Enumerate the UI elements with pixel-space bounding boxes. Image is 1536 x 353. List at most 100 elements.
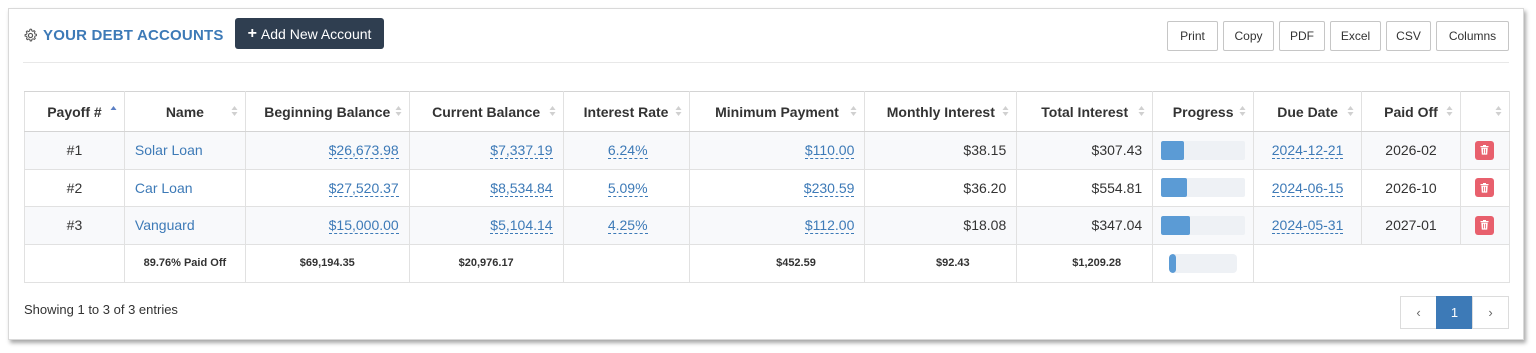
next-page-button[interactable]: › <box>1472 296 1509 329</box>
column-header-payoff[interactable]: Payoff # <box>24 91 125 132</box>
current-balance-editable[interactable]: $8,534.84 <box>490 179 553 197</box>
delete-button[interactable] <box>1475 178 1495 198</box>
sort-icon <box>231 106 238 116</box>
beginning-balance-cell: $15,000.00 <box>244 206 410 245</box>
add-new-account-button[interactable]: + Add New Account <box>235 18 384 49</box>
actions-cell <box>1459 168 1511 207</box>
column-header-minimum-payment[interactable]: Minimum Payment <box>688 91 866 132</box>
progress-fill <box>1161 178 1188 198</box>
interest-rate-editable[interactable]: 4.25% <box>607 217 648 235</box>
account-name-link[interactable]: Vanguard <box>135 217 195 233</box>
account-name-link[interactable]: Car Loan <box>135 180 193 196</box>
column-header-interest-rate[interactable]: Interest Rate <box>562 91 690 132</box>
progress-cell <box>1152 168 1255 207</box>
current-balance-cell: $7,337.19 <box>408 131 564 170</box>
debt-accounts-table: Payoff # Name Beginning Balance Current … <box>24 91 1511 283</box>
previous-page-button[interactable]: ‹ <box>1400 296 1437 329</box>
current-balance-editable[interactable]: $7,337.19 <box>490 142 553 160</box>
print-button[interactable]: Print <box>1167 21 1218 51</box>
page-1-button[interactable]: 1 <box>1436 296 1473 329</box>
column-header-beginning-balance[interactable]: Beginning Balance <box>244 91 410 132</box>
sort-icon <box>1446 106 1453 116</box>
interest-rate-cell: 4.25% <box>562 206 690 245</box>
due-date-editable[interactable]: 2024-12-21 <box>1271 142 1344 160</box>
delete-button[interactable] <box>1475 140 1495 160</box>
title-wrap: YOUR DEBT ACCOUNTS <box>23 27 224 44</box>
beginning-balance-editable[interactable]: $26,673.98 <box>328 142 399 160</box>
name-cell: Vanguard <box>123 206 246 245</box>
gear-icon[interactable] <box>23 28 38 43</box>
monthly-interest-cell: $18.08 <box>864 206 1018 245</box>
due-date-editable[interactable]: 2024-05-31 <box>1271 217 1344 235</box>
beginning-balance-editable[interactable]: $27,520.37 <box>328 179 399 197</box>
column-header-progress[interactable]: Progress <box>1152 91 1255 132</box>
column-header-name[interactable]: Name <box>123 91 246 132</box>
panel-header: YOUR DEBT ACCOUNTS + Add New Account Pri… <box>23 18 1509 62</box>
progress-bar <box>1161 178 1246 198</box>
csv-button[interactable]: CSV <box>1386 21 1431 51</box>
footer-minimum-payment: $452.59 <box>688 243 866 283</box>
paid-off-cell: 2026-10 <box>1361 168 1461 207</box>
footer-progress-fill <box>1169 253 1176 273</box>
sort-icon <box>395 106 402 116</box>
column-header-label: Payoff # <box>47 103 102 120</box>
delete-button[interactable] <box>1475 215 1495 235</box>
total-interest-cell: $554.81 <box>1016 168 1154 207</box>
account-name-link[interactable]: Solar Loan <box>135 142 203 158</box>
due-date-cell: 2024-12-21 <box>1253 131 1363 170</box>
pdf-button[interactable]: PDF <box>1279 21 1325 51</box>
total-interest-cell: $347.04 <box>1016 206 1154 245</box>
footer-total-interest: $1,209.28 <box>1016 243 1154 283</box>
header-divider <box>23 62 1509 63</box>
debt-accounts-panel: YOUR DEBT ACCOUNTS + Add New Account Pri… <box>8 8 1524 340</box>
due-date-editable[interactable]: 2024-06-15 <box>1271 179 1344 197</box>
column-header-paid-off[interactable]: Paid Off <box>1361 91 1461 132</box>
column-header-label: Current Balance <box>432 103 541 120</box>
footer-monthly-interest: $92.43 <box>864 243 1018 283</box>
column-header-label: Beginning Balance <box>264 103 391 120</box>
actions-cell <box>1459 206 1511 245</box>
trash-icon <box>1480 182 1489 193</box>
column-header-total-interest[interactable]: Total Interest <box>1016 91 1154 132</box>
minimum-payment-editable[interactable]: $230.59 <box>803 179 855 197</box>
sort-icon <box>1347 106 1354 116</box>
sort-icon <box>1002 106 1009 116</box>
column-header-label: Monthly Interest <box>886 103 995 120</box>
sort-asc-icon <box>110 106 117 110</box>
pagination: ‹ 1 › <box>1400 296 1509 329</box>
footer-paid-off-text: 89.76% Paid Off <box>123 243 246 283</box>
actions-cell <box>1459 131 1511 170</box>
entries-info: Showing 1 to 3 of 3 entries <box>24 302 178 317</box>
minimum-payment-editable[interactable]: $110.00 <box>804 142 855 160</box>
paid-off-cell: 2026-02 <box>1361 131 1461 170</box>
minimum-payment-cell: $110.00 <box>688 131 866 170</box>
interest-rate-editable[interactable]: 6.24% <box>607 142 648 160</box>
column-header-current-balance[interactable]: Current Balance <box>408 91 564 132</box>
column-header-label: Name <box>165 103 204 120</box>
beginning-balance-cell: $26,673.98 <box>244 131 410 170</box>
minimum-payment-editable[interactable]: $112.00 <box>804 217 855 235</box>
interest-rate-cell: 5.09% <box>562 168 690 207</box>
payoff-cell: #2 <box>24 168 125 207</box>
excel-button[interactable]: Excel <box>1330 21 1381 51</box>
columns-button[interactable]: Columns <box>1436 21 1509 51</box>
sort-icon <box>675 106 682 116</box>
beginning-balance-editable[interactable]: $15,000.00 <box>328 217 399 235</box>
total-interest-cell: $307.43 <box>1016 131 1154 170</box>
interest-rate-editable[interactable]: 5.09% <box>607 179 648 197</box>
column-header-actions[interactable] <box>1459 91 1511 132</box>
sort-icon <box>850 106 857 116</box>
minimum-payment-cell: $112.00 <box>688 206 866 245</box>
sort-icon <box>1138 106 1145 116</box>
interest-rate-cell: 6.24% <box>562 131 690 170</box>
current-balance-editable[interactable]: $5,104.14 <box>490 217 553 235</box>
beginning-balance-cell: $27,520.37 <box>244 168 410 207</box>
column-header-label: Minimum Payment <box>715 103 839 120</box>
column-header-due-date[interactable]: Due Date <box>1253 91 1363 132</box>
progress-fill <box>1161 140 1184 160</box>
column-header-monthly-interest[interactable]: Monthly Interest <box>864 91 1018 132</box>
copy-button[interactable]: Copy <box>1223 21 1274 51</box>
trash-icon <box>1480 220 1489 230</box>
progress-bar <box>1161 140 1246 160</box>
sort-icon <box>1239 106 1246 116</box>
